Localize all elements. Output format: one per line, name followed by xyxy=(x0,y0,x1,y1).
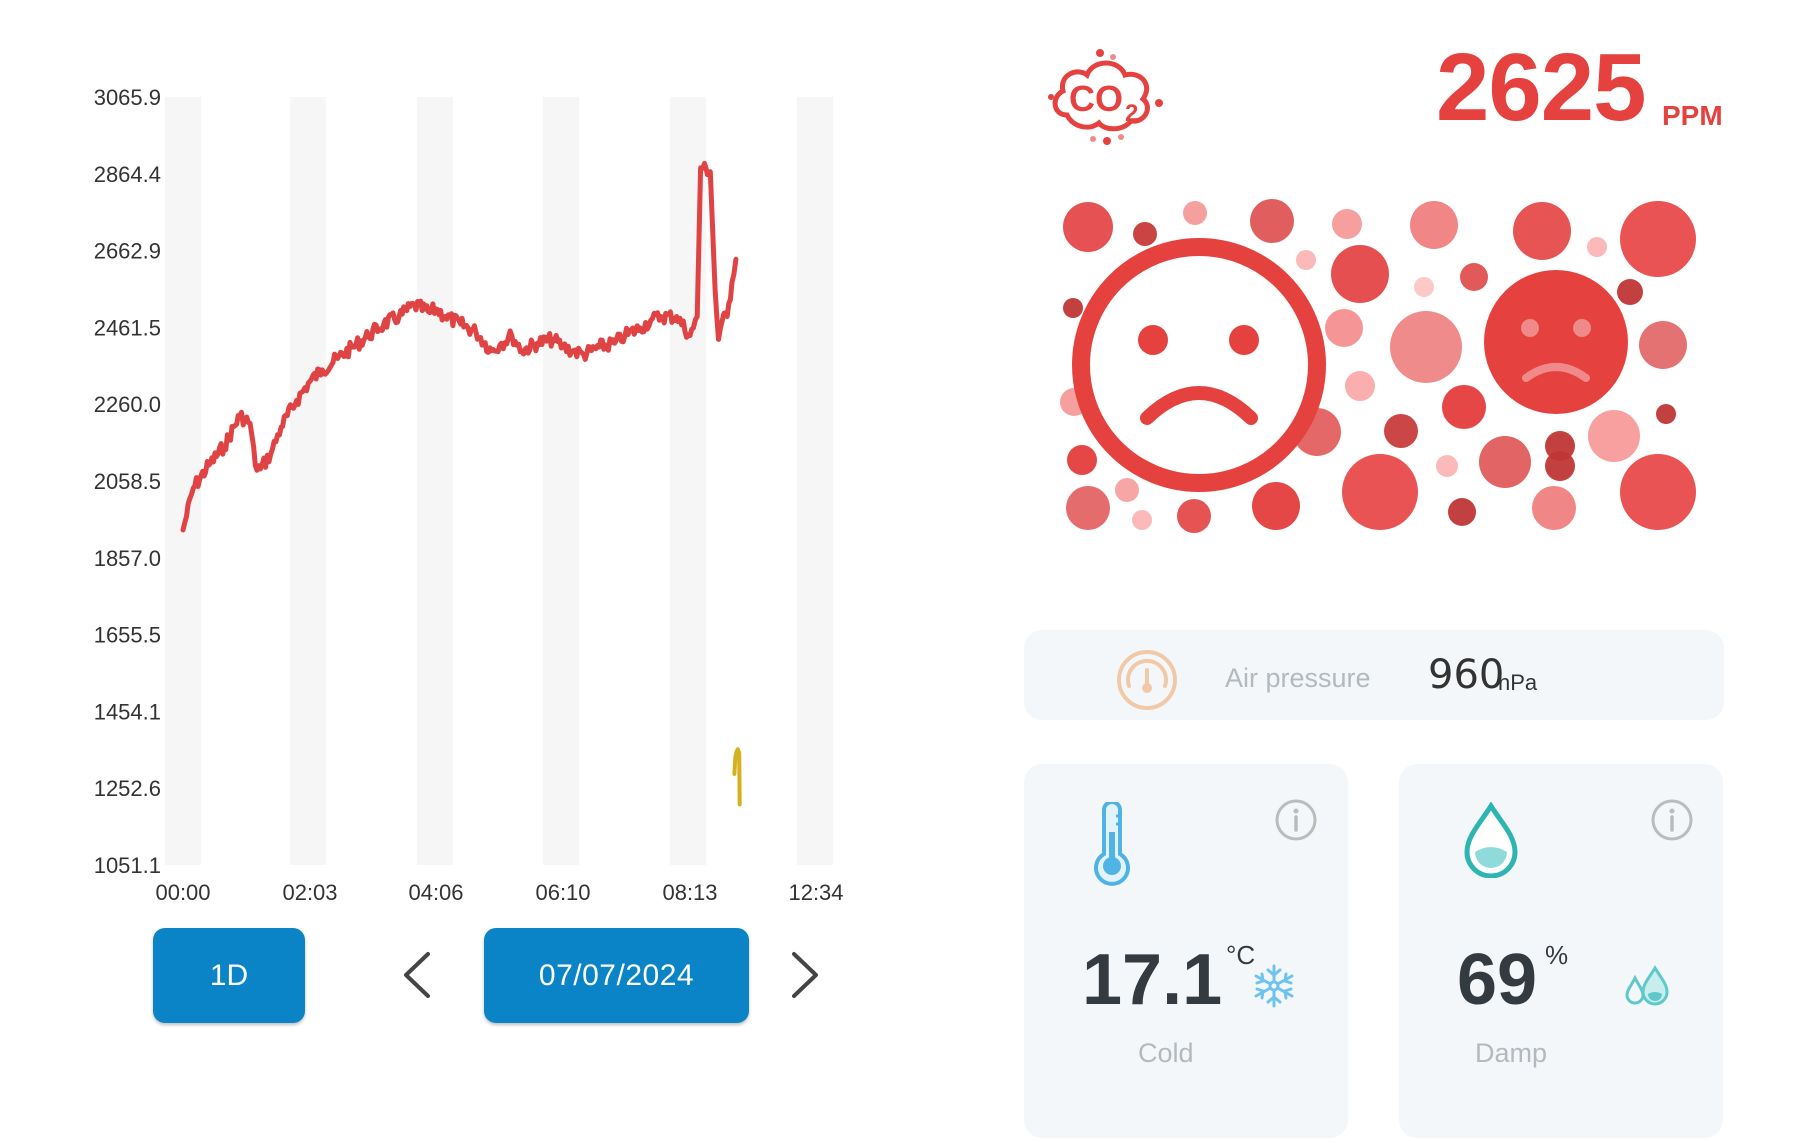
x-tick-label: 04:06 xyxy=(408,880,463,905)
temperature-card: 17.1 °C Cold xyxy=(1024,764,1348,1138)
co2-unit: PPM xyxy=(1662,100,1723,131)
co2-cloud-icon: CO 2 xyxy=(1048,49,1163,145)
y-tick-label: 2662.9 xyxy=(94,239,161,264)
x-axis-ticks: 00:00 02:03 04:06 06:10 08:13 12:34 xyxy=(155,880,843,905)
y-tick-label: 2461.5 xyxy=(94,315,161,340)
chart-band-1 xyxy=(290,97,326,865)
previous-day-chevron-icon[interactable] xyxy=(400,950,434,1000)
chart-band-3 xyxy=(543,97,579,865)
x-tick-label: 06:10 xyxy=(535,880,590,905)
humidity-value: 69 xyxy=(1457,940,1538,1020)
humidity-unit: % xyxy=(1545,940,1569,970)
y-axis-ticks: 3065.9 2864.4 2662.9 2461.5 2260.0 2058.5 1857… xyxy=(94,85,161,878)
range-1d-button[interactable]: 1D xyxy=(153,928,305,1023)
y-tick-label: 1454.1 xyxy=(94,699,161,724)
co2-value: 2625 xyxy=(1436,34,1647,141)
humidity-info-icon[interactable] xyxy=(1650,798,1694,842)
sad-face-outline-icon xyxy=(1072,238,1326,492)
humidity-state: Damp xyxy=(1475,1038,1548,1068)
svg-text:CO: CO xyxy=(1069,78,1123,119)
date-picker-button[interactable]: 07/07/2024 xyxy=(484,928,749,1023)
svg-text:2: 2 xyxy=(1125,100,1138,127)
x-tick-label: 12:34 xyxy=(788,880,843,905)
x-tick-label: 00:00 xyxy=(155,880,210,905)
water-drop-icon xyxy=(1464,802,1518,878)
air-pressure-unit: hPa xyxy=(1498,670,1538,695)
temperature-unit: °C xyxy=(1226,940,1256,970)
y-tick-label: 1252.6 xyxy=(94,776,161,801)
sad-face-filled-icon xyxy=(1484,270,1628,414)
y-tick-label: 3065.9 xyxy=(94,85,161,110)
y-tick-label: 1857.0 xyxy=(94,546,161,571)
gauge-icon xyxy=(1117,650,1177,710)
poor-air-quality-illustration xyxy=(1060,199,1696,533)
y-tick-label: 1051.1 xyxy=(94,853,161,878)
x-tick-label: 02:03 xyxy=(282,880,337,905)
snowflake-icon xyxy=(1254,964,1294,1008)
water-drops-icon xyxy=(1625,965,1669,1006)
chart-series xyxy=(180,160,742,807)
temperature-value: 17.1 xyxy=(1082,940,1223,1020)
thermometer-icon xyxy=(1094,802,1130,886)
next-day-chevron-icon[interactable] xyxy=(788,950,822,1000)
air-pressure-value: 960 xyxy=(1428,652,1505,698)
series-line-1 xyxy=(732,747,742,807)
air-pressure-label: Air pressure xyxy=(1225,663,1371,693)
co2-history-chart: 3065.9 2864.4 2662.9 2461.5 2260.0 2058.5 1857… xyxy=(94,85,844,905)
y-tick-label: 2864.4 xyxy=(94,162,161,187)
chart-background-bands xyxy=(165,97,833,865)
chart-band-5 xyxy=(797,97,833,865)
series-line-0 xyxy=(180,160,739,533)
temperature-info-icon[interactable] xyxy=(1274,798,1318,842)
y-tick-label: 2260.0 xyxy=(94,392,161,417)
chart-band-2 xyxy=(417,97,453,865)
x-tick-label: 08:13 xyxy=(662,880,717,905)
humidity-card: 69 % Damp xyxy=(1399,764,1723,1138)
y-tick-label: 2058.5 xyxy=(94,469,161,494)
temperature-state: Cold xyxy=(1138,1038,1194,1068)
y-tick-label: 1655.5 xyxy=(94,623,161,648)
